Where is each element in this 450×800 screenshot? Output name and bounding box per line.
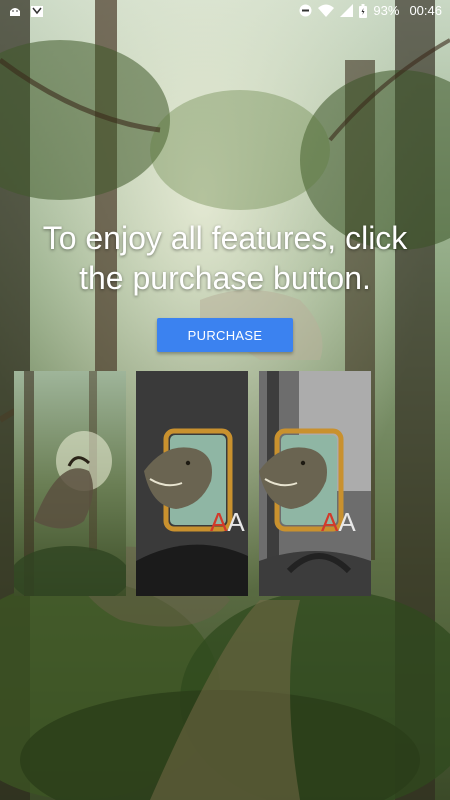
app-icon-dark-screenshot: AA [136,371,248,596]
purchase-message-line-2: the purchase button. [79,260,371,296]
app-icon-letters: AA [210,507,245,537]
purchase-message-line-1: To enjoy all features, click [42,220,408,256]
do-not-disturb-icon [299,4,312,17]
clock: 00:46 [409,3,442,18]
signal-icon [340,4,354,17]
android-icon [8,4,22,21]
screenshot-gallery: AA AA [14,371,371,596]
wifi-icon [318,4,335,17]
battery-icon [359,3,368,18]
app-icon-letters: AA [321,507,356,537]
notification-icon [30,4,44,21]
purchase-screen: 93% 00:46 To enjoy all features, click t… [0,0,450,800]
battery-percent: 93% [373,3,400,18]
purchase-message: To enjoy all features, click the purchas… [20,218,430,298]
status-bar: 93% 00:46 [0,0,450,24]
purchase-button[interactable]: PURCHASE [157,318,293,352]
forest-dinosaur-screenshot [14,371,126,596]
app-icon-light-screenshot: AA [259,371,371,596]
